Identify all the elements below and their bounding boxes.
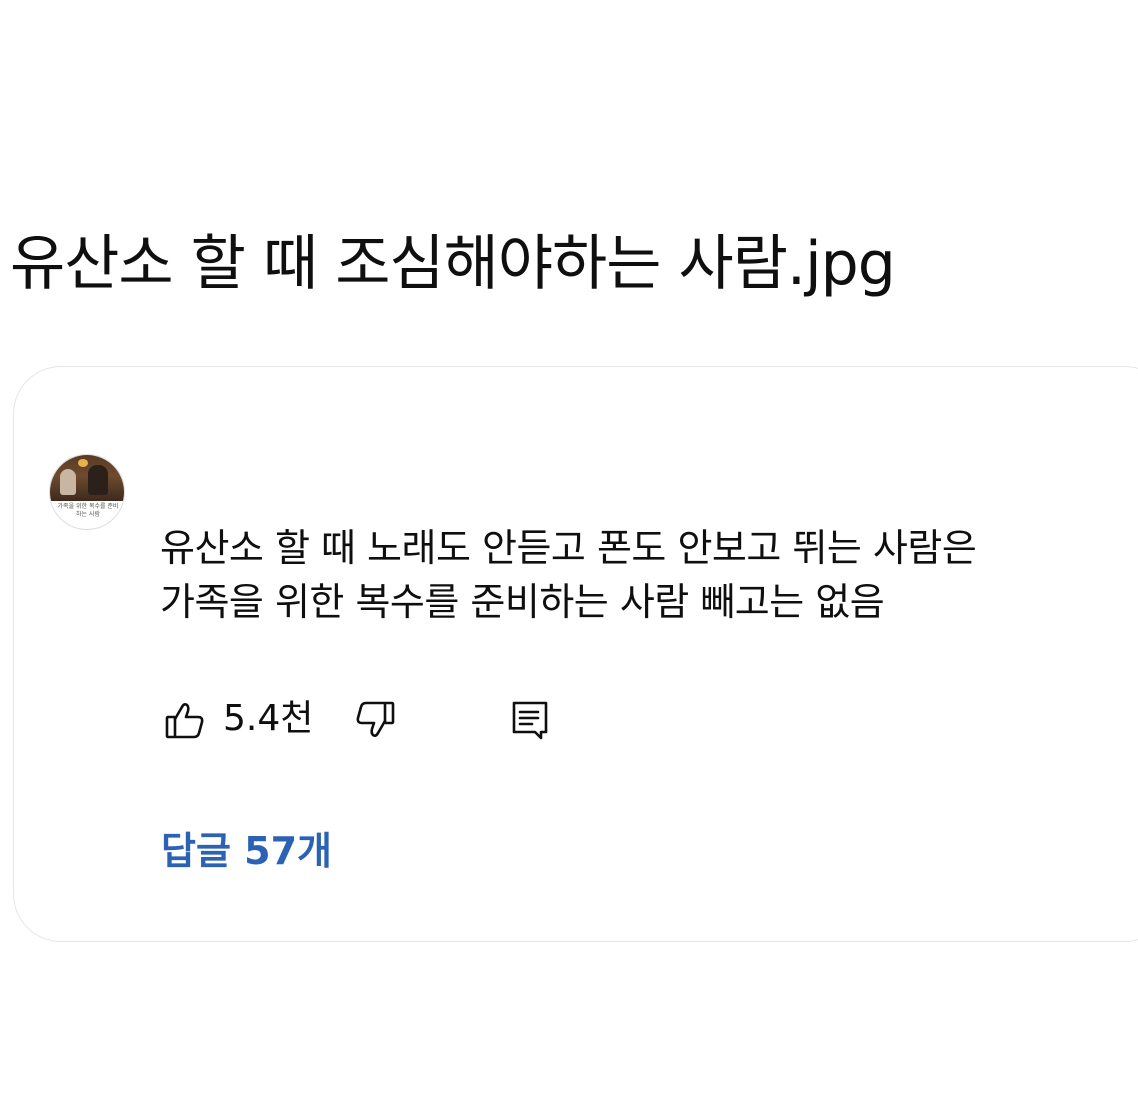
comment-reply-icon[interactable]	[509, 696, 551, 742]
like-count: 5.4천	[223, 698, 314, 739]
avatar-figure	[60, 469, 76, 495]
thumbs-down-icon[interactable]	[351, 696, 397, 742]
post-title: 유산소 할 때 조심해야하는 사람.jpg	[10, 229, 896, 299]
avatar-caption: 가족을 위한 복수를 준비하는 사람	[57, 503, 119, 518]
avatar-figure	[88, 465, 108, 495]
replies-link[interactable]: 답글 57개	[161, 824, 332, 878]
comment-line: 유산소 할 때 노래도 안듣고 폰도 안보고 뛰는 사람은	[160, 526, 977, 570]
comment-text: 유산소 할 때 노래도 안듣고 폰도 안보고 뛰는 사람은 가족을 위한 복수를…	[160, 521, 1120, 629]
comment-line: 가족을 위한 복수를 준비하는 사람 빼고는 없음	[160, 580, 885, 624]
avatar-photo	[50, 455, 124, 501]
avatar[interactable]: 가족을 위한 복수를 준비하는 사람	[49, 454, 125, 530]
avatar-light	[78, 459, 88, 467]
thumbs-up-icon[interactable]	[163, 698, 209, 744]
